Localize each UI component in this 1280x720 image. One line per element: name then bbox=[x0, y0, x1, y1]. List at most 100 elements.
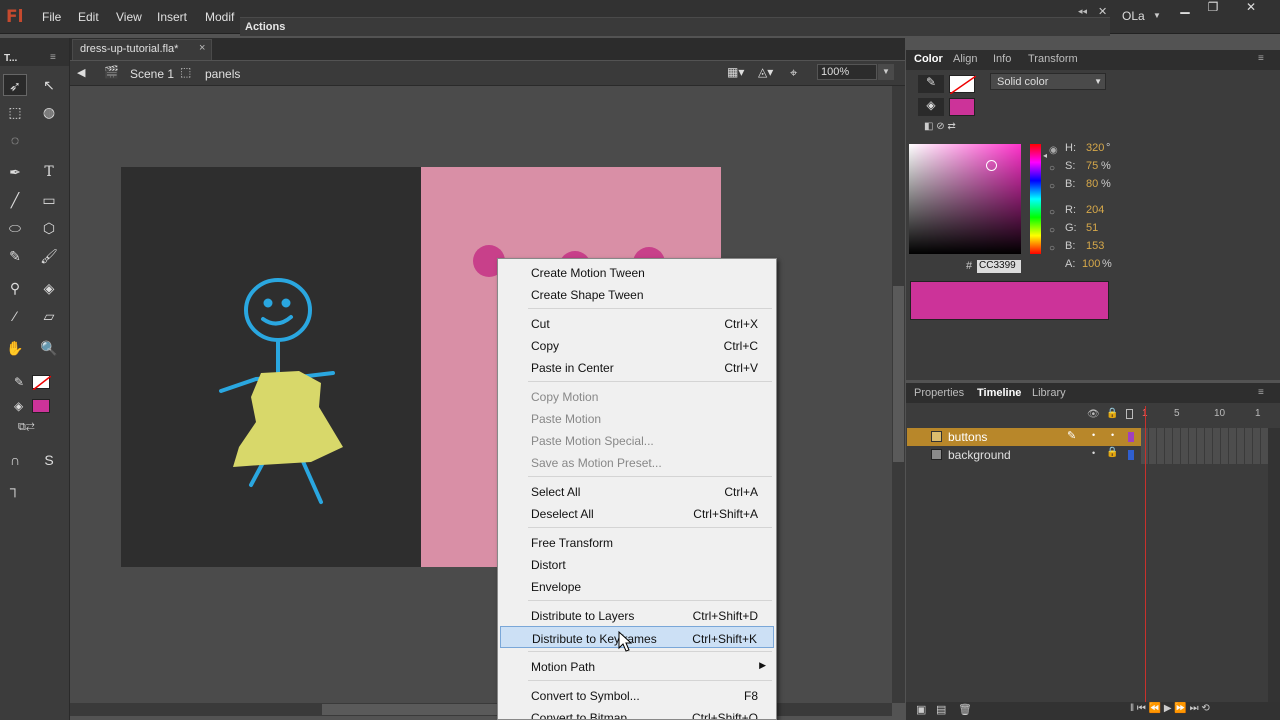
menu-file[interactable]: File bbox=[42, 10, 61, 24]
menu-item-copy-motion[interactable]: Copy Motion bbox=[498, 385, 776, 407]
menu-item-distribute-to-keyframes[interactable]: Distribute to Keyframes Ctrl+Shift+K bbox=[500, 626, 774, 648]
tab-transform[interactable]: Transform bbox=[1028, 53, 1078, 65]
menu-modify[interactable]: Modif bbox=[205, 10, 234, 24]
chevron-down-icon[interactable]: ▼ bbox=[1153, 11, 1161, 20]
tab-color[interactable]: Color bbox=[914, 53, 943, 65]
tab-info[interactable]: Info bbox=[993, 53, 1011, 65]
subselection-tool-icon[interactable]: ↖ bbox=[37, 74, 61, 96]
polystar-tool-icon[interactable]: ⬡ bbox=[37, 217, 61, 239]
menu-item-create-motion-tween[interactable]: Create Motion Tween bbox=[498, 261, 776, 283]
menu-item-paste-motion-special[interactable]: Paste Motion Special... bbox=[498, 429, 776, 451]
selection-tool-icon[interactable]: ➶ bbox=[3, 74, 27, 96]
eraser-tool-icon[interactable]: ▱ bbox=[37, 305, 61, 327]
tab-close-icon[interactable]: × bbox=[199, 42, 205, 54]
menu-view[interactable]: View bbox=[116, 10, 142, 24]
bone-tool-icon[interactable]: ⚲ bbox=[3, 277, 27, 299]
slider-arrow-icon[interactable]: ◂ bbox=[1043, 151, 1047, 160]
snap-magnet-icon[interactable]: ∩ bbox=[3, 449, 27, 471]
visibility-dot[interactable]: • bbox=[1092, 448, 1095, 458]
new-layer-icon[interactable]: ▣ bbox=[916, 703, 926, 716]
pen-tool-icon[interactable]: ✒ bbox=[3, 161, 27, 183]
tab-properties[interactable]: Properties bbox=[914, 387, 964, 399]
lasso-tool-icon[interactable]: ◌ bbox=[3, 129, 27, 151]
stroke-pencil-icon[interactable]: ✎ bbox=[918, 75, 944, 93]
menu-insert[interactable]: Insert bbox=[157, 10, 187, 24]
stroke-swatch[interactable] bbox=[949, 75, 976, 94]
timeline-scrollbar[interactable] bbox=[1268, 428, 1280, 702]
menu-item-select-all[interactable]: Select All Ctrl+A bbox=[498, 480, 776, 502]
line-tool-icon[interactable]: ╱ bbox=[3, 189, 27, 211]
tab-align[interactable]: Align bbox=[953, 53, 977, 65]
eye-icon[interactable]: 👁 bbox=[1087, 409, 1100, 420]
fill-bucket-icon[interactable]: ◈ bbox=[918, 98, 944, 116]
hex-input[interactable]: CC3399 bbox=[977, 260, 1021, 273]
menu-item-paste-motion[interactable]: Paste Motion bbox=[498, 407, 776, 429]
zoom-dropdown-icon[interactable]: ▼ bbox=[878, 64, 894, 80]
hand-tool-icon[interactable]: ✋ bbox=[3, 337, 27, 359]
actions-panel-label[interactable]: Actions bbox=[245, 21, 285, 33]
menu-item-copy[interactable]: Copy Ctrl+C bbox=[498, 334, 776, 356]
brightness-value[interactable]: 80 bbox=[1086, 178, 1098, 190]
saturation-value[interactable]: 75 bbox=[1086, 160, 1098, 172]
menu-item-motion-path[interactable]: Motion Path ▶ bbox=[498, 655, 776, 677]
actions-panel-bar[interactable] bbox=[240, 17, 1110, 36]
back-arrow-icon[interactable]: ◀ bbox=[77, 66, 85, 79]
hue-value[interactable]: 320 bbox=[1086, 142, 1104, 154]
radio-button-icon[interactable]: ○ bbox=[1049, 207, 1055, 218]
delete-layer-icon[interactable]: 🗑 bbox=[958, 703, 972, 716]
color-type-select[interactable]: Solid color ▼ bbox=[990, 73, 1106, 90]
collapse-icon[interactable]: ◂◂ bbox=[1078, 6, 1087, 17]
frame-grid[interactable] bbox=[1141, 428, 1268, 464]
swap-colors-icon[interactable]: ⧉⇄ bbox=[18, 421, 35, 434]
brush-tool-icon[interactable]: 🖌 bbox=[37, 245, 61, 267]
edit-symbol-icon[interactable]: ◬▾ bbox=[758, 65, 773, 79]
vertical-scroll-thumb[interactable] bbox=[893, 286, 904, 462]
playhead[interactable] bbox=[1145, 406, 1146, 702]
rectangle-tool-icon[interactable]: ▭ bbox=[37, 189, 61, 211]
radio-button-icon[interactable]: ○ bbox=[1049, 163, 1055, 174]
blue-value[interactable]: 153 bbox=[1086, 240, 1104, 252]
lock-dot[interactable]: • bbox=[1111, 430, 1114, 440]
menu-item-free-transform[interactable]: Free Transform bbox=[498, 531, 776, 553]
edit-scene-icon[interactable]: ▦▾ bbox=[727, 65, 744, 79]
panel-menu-icon[interactable]: ≡ bbox=[1258, 53, 1264, 64]
layer-name[interactable]: background bbox=[948, 448, 1011, 462]
lock-icon[interactable]: 🔒 bbox=[1106, 408, 1118, 419]
menu-item-deselect-all[interactable]: Deselect All Ctrl+Shift+A bbox=[498, 502, 776, 524]
hue-slider[interactable] bbox=[1030, 144, 1041, 254]
pencil-tool-icon[interactable]: ✎ bbox=[3, 245, 27, 267]
zoom-field[interactable]: 100% bbox=[817, 64, 877, 80]
menu-item-cut[interactable]: Cut Ctrl+X bbox=[498, 312, 776, 334]
new-folder-icon[interactable]: ▤ bbox=[936, 703, 946, 716]
menu-item-convert-to-symbol[interactable]: Convert to Symbol... F8 bbox=[498, 684, 776, 706]
panel-menu-icon[interactable]: ≡ bbox=[1258, 387, 1264, 398]
menu-edit[interactable]: Edit bbox=[78, 10, 99, 24]
breadcrumb-symbol[interactable]: panels bbox=[205, 67, 240, 81]
layer-row[interactable]: background • 🔒 bbox=[907, 446, 1141, 464]
radio-button-icon[interactable]: ◉ bbox=[1049, 145, 1058, 156]
menu-item-distribute-to-layers[interactable]: Distribute to Layers Ctrl+Shift+D bbox=[498, 604, 776, 626]
zoom-tool-icon[interactable]: 🔍 bbox=[37, 337, 61, 359]
paint-bucket-tool-icon[interactable]: ◈ bbox=[37, 277, 61, 299]
menu-item-paste-in-center[interactable]: Paste in Center Ctrl+V bbox=[498, 356, 776, 378]
center-stage-icon[interactable]: ⌖ bbox=[790, 65, 797, 81]
user-label[interactable]: OLa bbox=[1122, 9, 1145, 23]
lock-icon[interactable]: 🔒 bbox=[1106, 447, 1118, 458]
layer-name[interactable]: buttons bbox=[948, 430, 987, 444]
free-transform-tool-icon[interactable]: ⬚ bbox=[3, 101, 27, 123]
layer-color-swatch[interactable] bbox=[1128, 432, 1134, 442]
default-colors-icon[interactable]: ◧ ⊘ ⇄ bbox=[924, 121, 956, 132]
fill-color-swatch[interactable] bbox=[32, 399, 50, 413]
color-picker-field[interactable] bbox=[909, 144, 1021, 254]
menu-item-save-motion-preset[interactable]: Save as Motion Preset... bbox=[498, 451, 776, 473]
tab-library[interactable]: Library bbox=[1032, 387, 1066, 399]
radio-button-icon[interactable]: ○ bbox=[1049, 181, 1055, 192]
close-icon[interactable]: ✕ bbox=[1098, 5, 1107, 18]
menu-item-distort[interactable]: Distort bbox=[498, 553, 776, 575]
maximize-icon[interactable]: ❐ bbox=[1202, 0, 1224, 14]
radio-button-icon[interactable]: ○ bbox=[1049, 243, 1055, 254]
text-tool-icon[interactable]: T bbox=[37, 161, 61, 183]
oval-tool-icon[interactable]: ⬭ bbox=[3, 217, 27, 239]
document-tab-label[interactable]: dress-up-tutorial.fla* bbox=[80, 43, 178, 55]
fill-swatch[interactable] bbox=[949, 98, 975, 116]
